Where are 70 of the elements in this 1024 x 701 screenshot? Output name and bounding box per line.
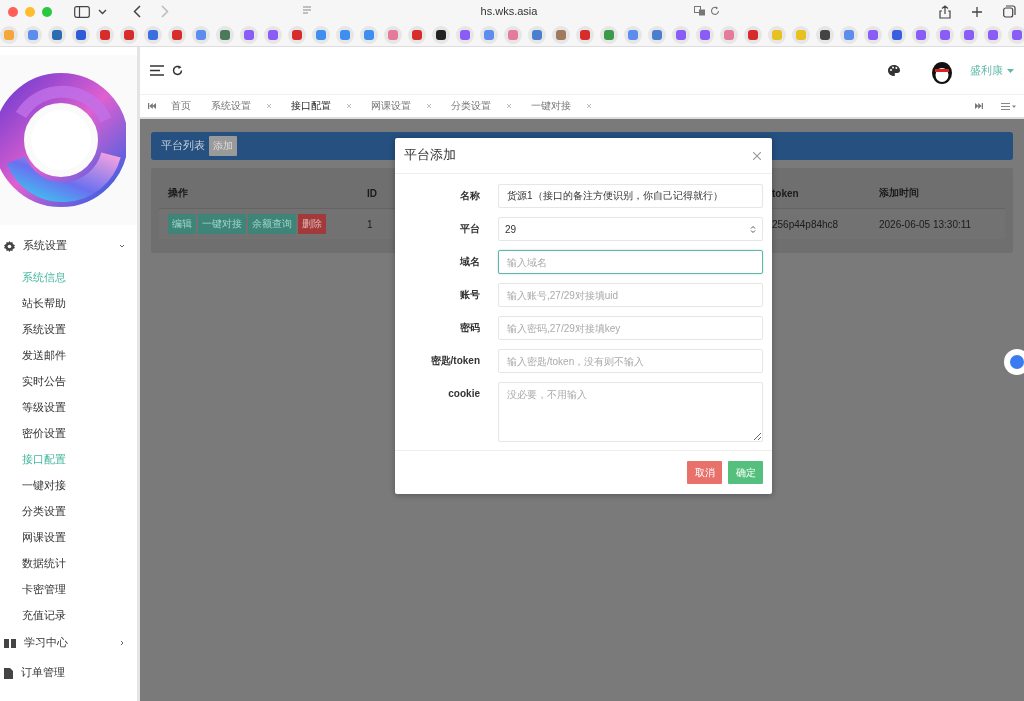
field-label: cookie [447, 387, 480, 401]
floating-button[interactable] [1004, 349, 1024, 375]
reload-icon[interactable] [710, 6, 720, 16]
submenu-item[interactable]: 密价设置 [0, 420, 137, 446]
new-tab-icon[interactable] [971, 5, 983, 18]
page-tab[interactable]: 首页 [156, 95, 201, 117]
field-label: 平台 [459, 222, 480, 236]
tab-menu-icon[interactable] [1001, 102, 1016, 110]
bookmark-icon[interactable] [816, 25, 834, 44]
submenu-item[interactable]: 系统设置 [0, 316, 137, 342]
action-button[interactable]: 删除 [298, 214, 326, 234]
page-tab[interactable]: 系统设置 [201, 95, 281, 117]
chevron-icon [119, 243, 125, 249]
column-header: ID [367, 187, 377, 199]
field-label: 密码 [459, 321, 480, 335]
submenu-item[interactable]: 实时公告 [0, 368, 137, 394]
submenu-item[interactable]: 分类设置 [0, 498, 137, 524]
column-header: 添加时间 [879, 186, 919, 200]
menu-icon[interactable] [150, 65, 164, 76]
field-label: 密匙/token [429, 354, 480, 368]
select-arrows-icon [750, 224, 756, 234]
table-cell: 256p44p84hc8 [772, 218, 839, 230]
table-cell: 1 [367, 218, 373, 230]
scroll-left-icon[interactable] [148, 103, 156, 109]
submenu-item[interactable]: 数据统计 [0, 550, 137, 576]
menu-item[interactable]: 学习中心 [0, 628, 137, 658]
book-icon [4, 638, 16, 648]
palette-icon[interactable] [888, 65, 900, 76]
scroll-right-icon[interactable] [975, 103, 983, 109]
field-label: 域名 [459, 255, 480, 269]
file-icon [4, 667, 13, 679]
submenu-item[interactable]: 发送邮件 [0, 342, 137, 368]
close-window-button[interactable] [8, 6, 18, 17]
sidebar-toggle-icon[interactable] [74, 5, 90, 18]
submenu-item[interactable]: 网课设置 [0, 524, 137, 550]
menu-item[interactable]: 系统设置 [0, 228, 137, 264]
tabs-overview-icon[interactable] [1003, 5, 1016, 18]
chevron-icon [119, 640, 125, 646]
page-tab[interactable]: 一键对接 [521, 95, 601, 117]
share-icon[interactable] [939, 4, 951, 19]
submenu-item[interactable]: 站长帮助 [0, 290, 137, 316]
page-tab[interactable]: 分类设置 [441, 95, 521, 117]
chevron-down-icon[interactable] [98, 8, 107, 15]
close-icon[interactable] [753, 151, 761, 160]
bookmark-icon[interactable] [432, 25, 450, 44]
panel-title: 平台列表 [161, 139, 205, 153]
back-icon[interactable] [133, 5, 141, 18]
refresh-icon[interactable] [172, 65, 183, 76]
column-header: token [772, 187, 799, 199]
zoom-window-button[interactable] [42, 6, 52, 17]
page-tab[interactable]: 网课设置 [361, 95, 441, 117]
select-field[interactable]: 29 [498, 217, 763, 241]
caret-icon[interactable] [1007, 68, 1014, 73]
column-header: 操作 [168, 186, 188, 200]
address-bar[interactable]: hs.wks.asia [296, 1, 722, 21]
field-label: 账号 [459, 288, 480, 302]
page-icon [302, 6, 312, 16]
submenu-item[interactable]: 充值记录 [0, 602, 137, 628]
submenu-item[interactable]: 等级设置 [0, 394, 137, 420]
translate-icon[interactable] [694, 6, 706, 16]
submenu-item[interactable]: 卡密管理 [0, 576, 137, 602]
menu-item[interactable]: 订单管理 [0, 658, 137, 688]
dialog-title: 平台添加 [404, 147, 456, 164]
input-field[interactable]: 输入域名 [498, 250, 763, 274]
page-tab[interactable]: 接口配置 [281, 95, 361, 117]
table-cell: 2026-06-05 13:30:11 [879, 218, 972, 230]
submenu-item[interactable]: 一键对接 [0, 472, 137, 498]
gear-icon [4, 240, 15, 252]
field-label: 名称 [459, 189, 480, 203]
input-field[interactable]: 货源1（接口的备注方便识别，你自己记得就行） [498, 184, 763, 208]
